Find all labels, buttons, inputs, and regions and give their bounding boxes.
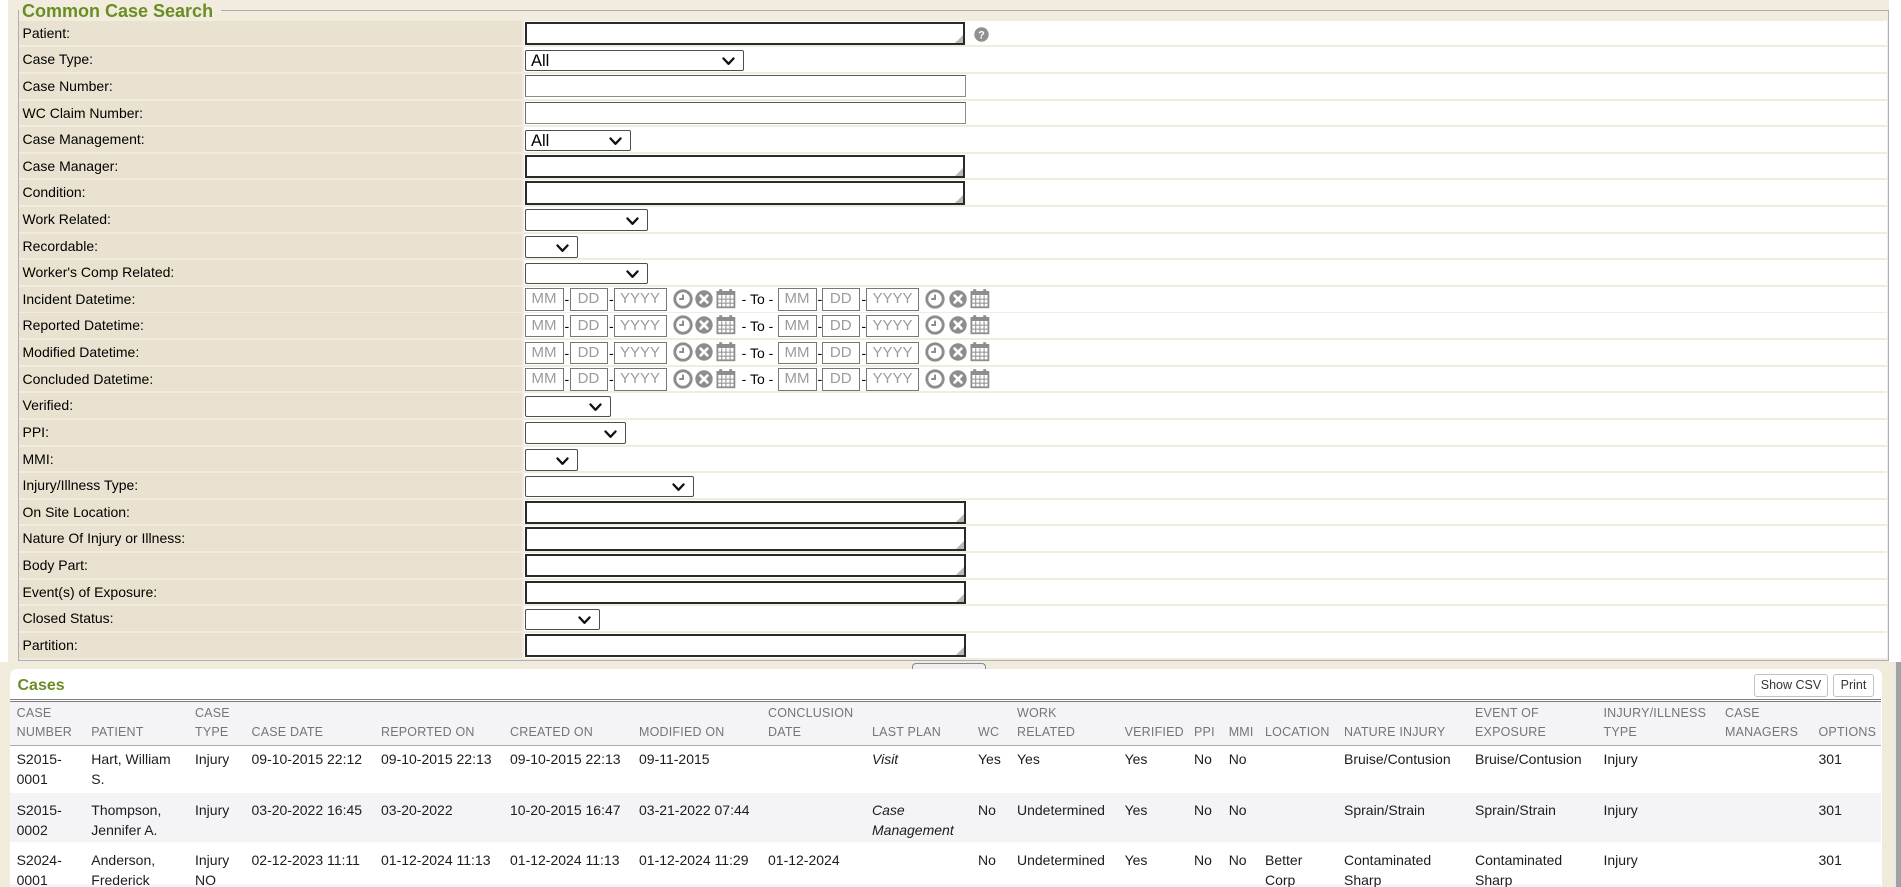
svg-text:?: ? bbox=[978, 29, 985, 41]
